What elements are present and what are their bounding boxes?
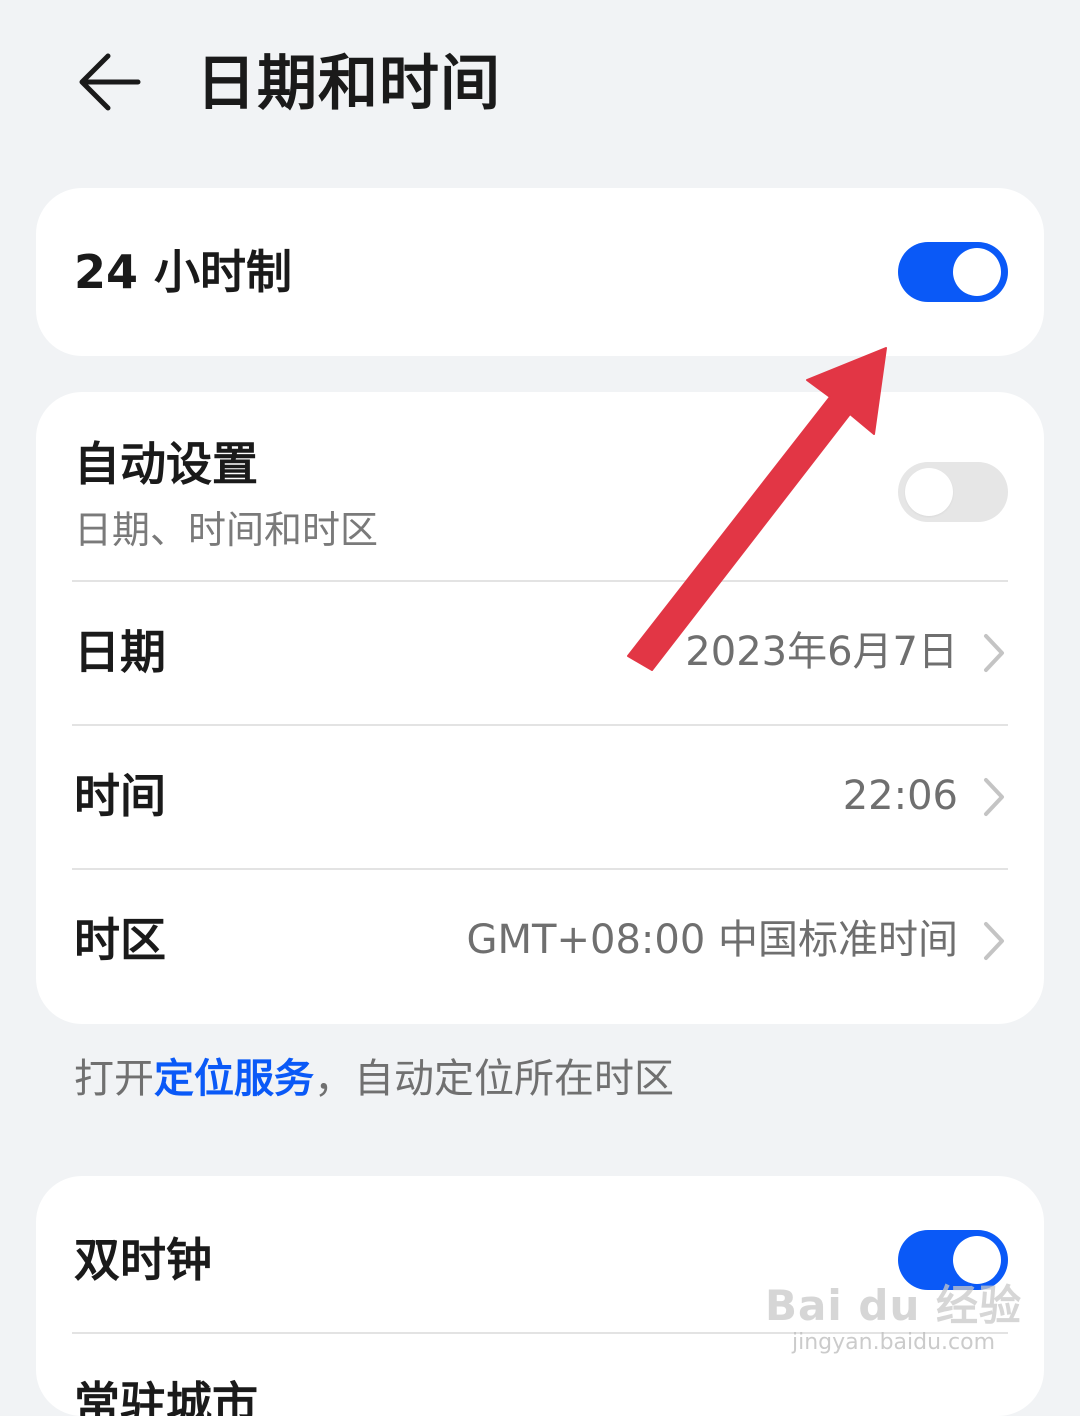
chevron-right-icon xyxy=(984,634,1004,672)
row-dual-clock[interactable]: 双时钟 xyxy=(36,1176,1044,1332)
toggle-auto-set[interactable] xyxy=(898,462,1008,522)
row-auto-set-label: 自动设置 xyxy=(74,437,258,491)
row-time[interactable]: 时间 22:06 xyxy=(36,726,1044,868)
location-hint: 打开定位服务，自动定位所在时区 xyxy=(74,1052,674,1106)
location-hint-prefix: 打开 xyxy=(74,1056,154,1102)
row-auto-set-sublabel: 日期、时间和时区 xyxy=(74,508,379,552)
row-time-value: 22:06 xyxy=(842,773,958,819)
title-bar: 日期和时间 xyxy=(0,0,1080,170)
row-timezone-label: 时区 xyxy=(74,913,166,967)
card-24-hour: 24 小时制 xyxy=(36,188,1044,356)
row-24-hour[interactable]: 24 小时制 xyxy=(36,188,1044,356)
toggle-knob xyxy=(905,468,953,516)
row-24-hour-label: 24 小时制 xyxy=(74,245,293,299)
toggle-dual-clock[interactable] xyxy=(898,1230,1008,1290)
card-dual-clock: 双时钟 常驻城市 xyxy=(36,1176,1044,1416)
toggle-knob xyxy=(953,248,1001,296)
row-date-label: 日期 xyxy=(74,625,166,679)
chevron-right-icon xyxy=(984,778,1004,816)
toggle-24-hour[interactable] xyxy=(898,242,1008,302)
row-date-value: 2023年6月7日 xyxy=(685,629,958,675)
row-time-label: 时间 xyxy=(74,769,166,823)
card-date-time-settings: 自动设置 日期、时间和时区 日期 2023年6月7日 时间 22:06 时区 G… xyxy=(36,392,1044,1024)
back-button[interactable] xyxy=(70,48,146,116)
chevron-right-icon xyxy=(984,922,1004,960)
row-auto-set[interactable]: 自动设置 日期、时间和时区 xyxy=(36,392,1044,580)
toggle-knob xyxy=(953,1236,1001,1284)
row-timezone-value: GMT+08:00 中国标准时间 xyxy=(466,917,958,963)
row-home-city-label: 常驻城市 xyxy=(74,1377,258,1416)
location-hint-suffix: ，自动定位所在时区 xyxy=(314,1056,674,1102)
page-title: 日期和时间 xyxy=(196,49,501,119)
row-home-city[interactable]: 常驻城市 xyxy=(36,1334,1044,1416)
location-service-link[interactable]: 定位服务 xyxy=(154,1056,314,1102)
back-arrow-icon xyxy=(79,53,141,111)
row-dual-clock-label: 双时钟 xyxy=(74,1233,212,1287)
row-date[interactable]: 日期 2023年6月7日 xyxy=(36,582,1044,724)
row-timezone[interactable]: 时区 GMT+08:00 中国标准时间 xyxy=(36,870,1044,1020)
